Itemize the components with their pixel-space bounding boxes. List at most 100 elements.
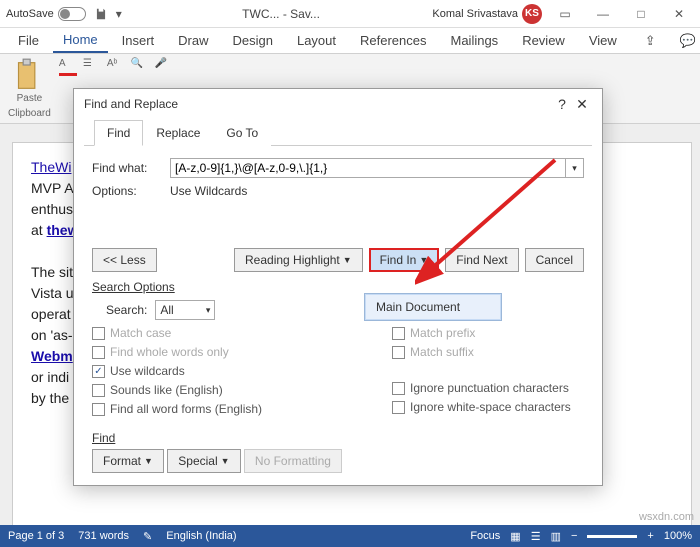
tab-design[interactable]: Design: [223, 29, 283, 52]
zoom-out-icon[interactable]: −: [571, 530, 577, 542]
doc-text: operat: [31, 306, 71, 322]
zoom-level[interactable]: 100%: [664, 530, 692, 542]
titlebar: AutoSave ▾ TWC... - Sav... Komal Srivast…: [0, 0, 700, 28]
find-in-main-document[interactable]: Main Document: [365, 294, 501, 320]
status-proofing-icon[interactable]: ✎: [143, 530, 152, 543]
paste-icon[interactable]: [15, 58, 43, 93]
maximize-icon[interactable]: □: [626, 4, 656, 24]
help-icon[interactable]: ?: [552, 96, 572, 112]
toggle-off-icon[interactable]: [58, 7, 86, 21]
find-what-label: Find what:: [92, 161, 162, 175]
dialog-close-icon[interactable]: ✕: [572, 96, 592, 113]
view-web-icon[interactable]: ▥: [551, 530, 561, 543]
checkbox-icon: [392, 327, 405, 340]
tab-insert[interactable]: Insert: [112, 29, 165, 52]
tab-find[interactable]: Find: [94, 120, 143, 146]
tab-replace[interactable]: Replace: [143, 120, 213, 146]
user-name: Komal Srivastava: [432, 8, 518, 20]
chevron-down-icon: ▼: [221, 456, 230, 466]
comments-icon[interactable]: 💬: [670, 29, 700, 53]
cb-match-case: Match case: [92, 326, 262, 340]
cb-match-suffix: Match suffix: [392, 345, 571, 359]
autosave-toggle[interactable]: AutoSave: [6, 7, 86, 21]
format-button[interactable]: Format▼: [92, 449, 164, 473]
checkbox-icon: [92, 403, 105, 416]
special-button[interactable]: Special▼: [167, 449, 240, 473]
checkbox-icon: [92, 346, 105, 359]
less-button[interactable]: << Less: [92, 248, 157, 272]
find-in-menu: Main Document: [364, 293, 502, 321]
checkbox-icon: [392, 401, 405, 414]
doc-link-1[interactable]: TheWi: [31, 159, 71, 175]
cb-whole-words: Find whole words only: [92, 345, 262, 359]
chevron-down-icon: ▼: [144, 456, 153, 466]
tab-file[interactable]: File: [8, 29, 49, 52]
find-footer: Find Format▼ Special▼ No Formatting: [92, 431, 584, 473]
cancel-button[interactable]: Cancel: [525, 248, 584, 272]
view-read-icon[interactable]: ☰: [531, 530, 541, 543]
cb-ignore-whitespace[interactable]: Ignore white-space characters: [392, 400, 571, 414]
doc-text: enthus: [31, 201, 73, 217]
statusbar: Page 1 of 3 731 words ✎ English (India) …: [0, 525, 700, 547]
tab-references[interactable]: References: [350, 29, 436, 52]
clipboard-label: Clipboard: [8, 106, 51, 119]
find-icon[interactable]: 🔍: [131, 58, 149, 76]
document-title: TWC... - Sav...: [138, 7, 425, 21]
tab-review[interactable]: Review: [512, 29, 575, 52]
status-focus[interactable]: Focus: [470, 530, 500, 542]
bullets-icon[interactable]: ☰: [83, 58, 101, 76]
dialog-title: Find and Replace: [84, 97, 178, 111]
font-color-icon[interactable]: A: [59, 58, 77, 76]
cb-sounds-like[interactable]: Sounds like (English): [92, 383, 262, 397]
tab-home[interactable]: Home: [53, 28, 108, 53]
no-formatting-button: No Formatting: [244, 449, 342, 473]
zoom-in-icon[interactable]: +: [647, 530, 653, 542]
reading-highlight-button[interactable]: Reading Highlight▼: [234, 248, 363, 272]
tab-goto[interactable]: Go To: [213, 120, 271, 146]
options-value: Use Wildcards: [170, 184, 247, 198]
ribbon-tabs: File Home Insert Draw Design Layout Refe…: [0, 28, 700, 54]
find-what-dropdown-icon[interactable]: ▾: [566, 158, 584, 178]
status-language[interactable]: English (India): [166, 530, 236, 542]
styles-icon[interactable]: Aᵇ: [107, 58, 125, 76]
doc-link-3[interactable]: Webm: [31, 348, 73, 364]
zoom-slider[interactable]: [587, 535, 637, 538]
cb-word-forms[interactable]: Find all word forms (English): [92, 402, 262, 416]
status-words[interactable]: 731 words: [78, 530, 129, 542]
doc-text: or indi: [31, 369, 69, 385]
find-next-button[interactable]: Find Next: [445, 248, 518, 272]
tab-mailings[interactable]: Mailings: [441, 29, 509, 52]
find-replace-dialog: Find and Replace ? ✕ Find Replace Go To …: [73, 88, 603, 486]
find-what-input[interactable]: [170, 158, 566, 178]
cb-match-prefix: Match prefix: [392, 326, 571, 340]
cb-ignore-punct[interactable]: Ignore punctuation characters: [392, 381, 571, 395]
paste-label: Paste: [17, 93, 43, 104]
doc-text: at: [31, 222, 47, 238]
checkbox-icon: [92, 384, 105, 397]
dialog-body: Find what: ▾ Options: Use Wildcards << L…: [74, 146, 602, 485]
dictate-icon[interactable]: 🎤: [155, 58, 173, 76]
find-section-label: Find: [92, 431, 584, 445]
share-icon[interactable]: ⇪: [635, 29, 666, 53]
checkbox-icon: [392, 382, 405, 395]
dialog-tabs: Find Replace Go To: [84, 119, 592, 146]
doc-text: The sit: [31, 264, 73, 280]
save-icon[interactable]: [94, 7, 108, 21]
user-account[interactable]: Komal Srivastava KS: [432, 4, 542, 24]
status-page[interactable]: Page 1 of 3: [8, 530, 64, 542]
find-in-button[interactable]: Find In▼: [369, 248, 440, 272]
view-print-icon[interactable]: ▦: [510, 530, 520, 543]
search-direction-label: Search:: [106, 303, 147, 317]
minimize-icon[interactable]: —: [588, 4, 618, 24]
ribbon-display-icon[interactable]: ▭: [550, 4, 580, 24]
tab-draw[interactable]: Draw: [168, 29, 218, 52]
checkbox-icon: [92, 327, 105, 340]
search-direction-select[interactable]: All▾: [155, 300, 215, 320]
tab-layout[interactable]: Layout: [287, 29, 346, 52]
tab-view[interactable]: View: [579, 29, 627, 52]
qat-dropdown-icon[interactable]: ▾: [116, 7, 130, 21]
autosave-label: AutoSave: [6, 8, 54, 20]
cb-use-wildcards[interactable]: ✓Use wildcards: [92, 364, 262, 378]
close-icon[interactable]: ✕: [664, 4, 694, 24]
checkbox-checked-icon: ✓: [92, 365, 105, 378]
